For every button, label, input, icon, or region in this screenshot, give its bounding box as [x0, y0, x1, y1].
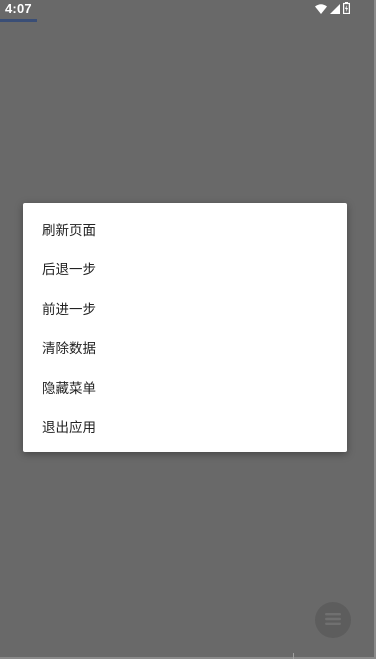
menu-item-go-forward[interactable]: 前进一步 [23, 288, 347, 328]
battery-icon [343, 0, 351, 18]
menu-item-exit-app[interactable]: 退出应用 [23, 407, 347, 447]
page-load-progress-bar [0, 19, 37, 22]
screen-bottom-mark [293, 653, 294, 659]
app-screen: 4:07 刷新页面 后退一步 前进一步 清除数据 隐藏菜单 退出应用 [0, 0, 376, 659]
menu-item-go-back[interactable]: 后退一步 [23, 249, 347, 289]
menu-item-refresh-page[interactable]: 刷新页面 [23, 209, 347, 249]
status-time: 4:07 [5, 1, 32, 16]
menu-item-hide-menu[interactable]: 隐藏菜单 [23, 367, 347, 407]
status-icons [315, 1, 351, 14]
menu-item-clear-data[interactable]: 清除数据 [23, 328, 347, 368]
status-bar: 4:07 [0, 0, 376, 18]
menu-icon [324, 611, 342, 630]
signal-icon [330, 0, 340, 18]
wifi-icon [315, 0, 327, 18]
menu-fab-button[interactable] [315, 602, 351, 638]
popup-menu: 刷新页面 后退一步 前进一步 清除数据 隐藏菜单 退出应用 [23, 203, 347, 452]
